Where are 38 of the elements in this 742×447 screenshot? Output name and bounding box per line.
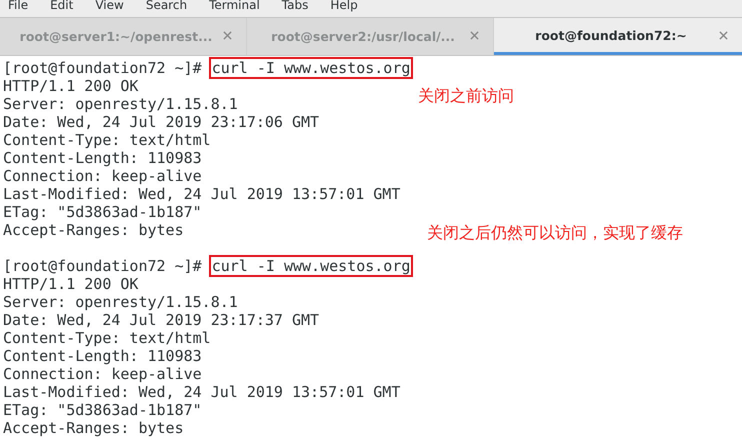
shell-prompt: [root@foundation72 ~]# (3, 59, 202, 77)
output-line: Connection: keep-alive (3, 365, 202, 383)
menu-item[interactable]: Terminal (209, 0, 260, 11)
command-text: curl -I www.westos.org (208, 57, 414, 79)
shell-prompt: [root@foundation72 ~]# (3, 257, 202, 275)
output-line: Content-Type: text/html (3, 329, 211, 347)
menu-item[interactable]: View (95, 0, 124, 11)
annotation-text: 关闭之后仍然可以访问，实现了缓存 (427, 223, 683, 243)
output-line: Date: Wed, 24 Jul 2019 23:17:06 GMT (3, 113, 320, 131)
output-line: Last-Modified: Wed, 24 Jul 2019 13:57:01 GMT (3, 185, 400, 203)
command-text: curl -I www.westos.org (208, 255, 414, 277)
close-icon[interactable] (223, 31, 232, 40)
output-line: Accept-Ranges: bytes (3, 221, 184, 239)
output-line: Date: Wed, 24 Jul 2019 23:17:37 GMT (3, 311, 320, 329)
close-icon[interactable] (470, 31, 479, 40)
tab-label: root@foundation72:~ (535, 28, 687, 42)
output-line: Server: openresty/1.15.8.1 (3, 95, 238, 113)
menu-item[interactable]: Search (146, 0, 188, 11)
output-line: Content-Length: 110983 (3, 149, 202, 167)
output-line: Connection: keep-alive (3, 167, 202, 185)
menu-item[interactable]: Tabs (282, 0, 308, 11)
tab[interactable]: root@foundation72:~ (494, 18, 742, 55)
menu-item[interactable]: Help (330, 0, 358, 11)
output-line: Content-Type: text/html (3, 131, 211, 149)
output-line: HTTP/1.1 200 OK (3, 275, 138, 293)
close-icon[interactable] (719, 31, 728, 40)
output-line: Content-Length: 110983 (3, 347, 202, 365)
output-line: HTTP/1.1 200 OK (3, 77, 138, 95)
output-line: Accept-Ranges: bytes (3, 419, 184, 437)
tab-label: root@server1:~/openrest... (20, 29, 212, 44)
output-line: ETag: "5d3863ad-1b187" (3, 401, 202, 419)
output-line: ETag: "5d3863ad-1b187" (3, 203, 202, 221)
menu-item[interactable]: File (8, 0, 28, 11)
tab-label: root@server2:/usr/local/... (271, 29, 455, 44)
annotation-text: 关闭之前访问 (418, 86, 514, 106)
output-line: Last-Modified: Wed, 24 Jul 2019 13:57:01 GMT (3, 383, 400, 401)
menu-item[interactable]: Edit (50, 0, 74, 11)
output-line: Server: openresty/1.15.8.1 (3, 293, 238, 311)
